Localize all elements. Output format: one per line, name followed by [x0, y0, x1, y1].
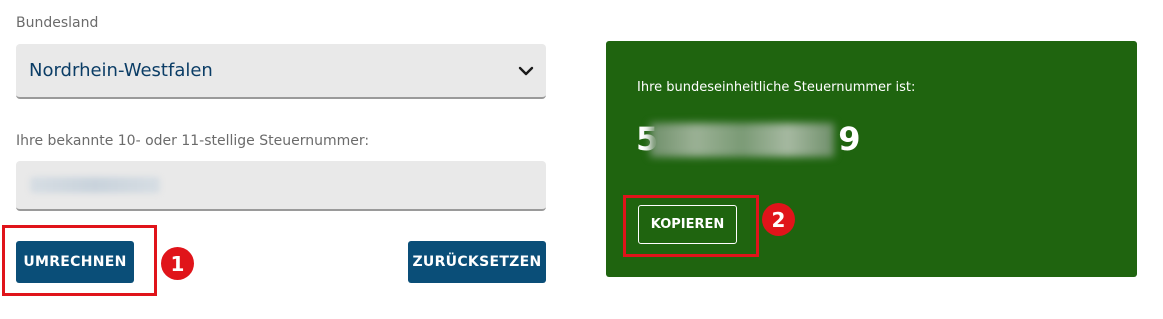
- tax-number-input[interactable]: [16, 161, 546, 211]
- redacted-result-number: [650, 123, 834, 157]
- reset-button[interactable]: ZURÜCKSETZEN: [408, 241, 546, 283]
- redacted-tax-number: [30, 177, 160, 193]
- state-select-value: Nordrhein-Westfalen: [29, 60, 213, 81]
- state-select[interactable]: Nordrhein-Westfalen: [16, 44, 546, 99]
- result-title: Ihre bundeseinheitliche Steuernummer ist…: [637, 80, 916, 95]
- highlight-box-convert: [2, 225, 157, 296]
- step-badge-1: 1: [161, 247, 194, 280]
- chevron-down-icon: [518, 66, 534, 76]
- state-label: Bundesland: [16, 15, 99, 31]
- result-number-last-digit: 9: [838, 120, 863, 158]
- highlight-box-copy: [623, 195, 759, 257]
- tax-number-label: Ihre bekannte 10- oder 11-stellige Steue…: [16, 133, 370, 149]
- step-badge-2: 2: [762, 203, 795, 236]
